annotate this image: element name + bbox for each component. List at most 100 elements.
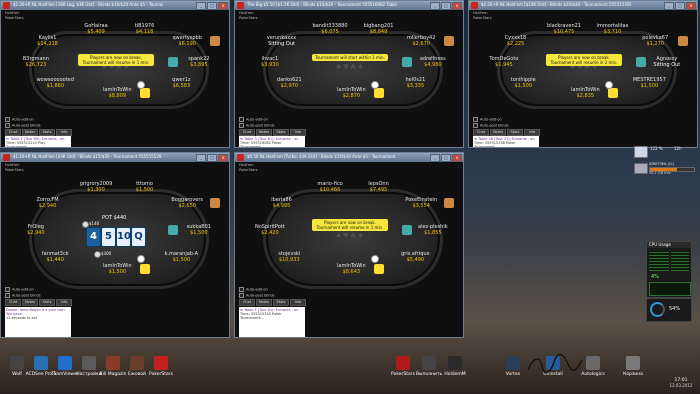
player-seat[interactable]: Agnossy Sitting Out bbox=[646, 56, 688, 68]
hero-seat[interactable]: lamInToWin $1,500 bbox=[96, 263, 138, 275]
player-seat[interactable]: Cyxxx18 $2,225 bbox=[495, 35, 537, 47]
desktop-icon[interactable] bbox=[448, 356, 462, 370]
player-seat[interactable]: spank22 $3,895 bbox=[178, 56, 220, 68]
table-window-1[interactable]: $2.20+R NL Hold'em [180 Lag, $3K Gtd] - … bbox=[0, 0, 230, 148]
player-seat[interactable]: FrOleg $2,940 bbox=[15, 224, 57, 236]
desktop-icon[interactable] bbox=[396, 356, 410, 370]
chat-box[interactable]: In Table 48 (Tour 31): Entrants - on Time… bbox=[473, 136, 539, 147]
player-seat[interactable]: tonihippie $1,500 bbox=[502, 77, 544, 89]
player-seat[interactable]: mario-fico $10,466 bbox=[309, 181, 351, 193]
player-seat[interactable]: verunkaxxx Sitting Out bbox=[261, 35, 303, 47]
maximize-button[interactable]: □ bbox=[441, 2, 451, 10]
control-tab-chat[interactable]: Chat bbox=[473, 129, 489, 136]
minimize-button[interactable]: _ bbox=[430, 154, 440, 162]
player-seat[interactable]: sukkaB01 $1,500 bbox=[178, 224, 220, 236]
checkbox-icon[interactable] bbox=[5, 287, 10, 292]
titlebar[interactable]: $1.10+R NL Hold'em [$3K Gtd] - Blinds $1… bbox=[1, 153, 229, 162]
hero-seat[interactable]: lamInToWin $2,835 bbox=[564, 87, 606, 99]
control-tab-notes[interactable]: Notes bbox=[256, 129, 272, 136]
player-seat[interactable]: hel0s21 $3,335 bbox=[394, 77, 436, 89]
control-tab-stats[interactable]: Stats bbox=[273, 299, 289, 306]
desktop-icon[interactable] bbox=[506, 356, 520, 370]
table-window-5[interactable]: $0.50 NL Hold'em [Turbo, $1K Gtd] - Blin… bbox=[234, 152, 464, 338]
titlebar[interactable]: $0.50 NL Hold'em [Turbo, $1K Gtd] - Blin… bbox=[235, 153, 463, 162]
player-seat[interactable]: tiB1976 $4,118 bbox=[124, 23, 166, 35]
titlebar[interactable]: The Big $5.50 [$1.5K Gtd] - Blinds $10/$… bbox=[235, 1, 463, 10]
minimize-button[interactable]: _ bbox=[664, 2, 674, 10]
player-seat[interactable]: bandit333880 $6,075 bbox=[309, 23, 351, 35]
hero-seat[interactable]: lamInToWin $8,643 bbox=[330, 263, 372, 275]
desktop-icon[interactable] bbox=[422, 356, 436, 370]
control-tab-chat[interactable]: Chat bbox=[239, 299, 255, 306]
option-checkbox[interactable]: Auto-post blinds bbox=[239, 292, 275, 299]
chat-box[interactable]: In Table 1 (Tour 61): Entrants - on Time:… bbox=[239, 307, 305, 337]
minimize-button[interactable]: _ bbox=[196, 2, 206, 10]
close-button[interactable]: × bbox=[452, 2, 462, 10]
player-seat[interactable]: grigrory2009 $1,300 bbox=[75, 181, 117, 193]
option-checkbox[interactable]: Auto-post blinds bbox=[5, 122, 41, 129]
player-seat[interactable]: B3rgmann $26,723 bbox=[15, 56, 57, 68]
player-seat[interactable]: lepsOnn $7,495 bbox=[358, 181, 400, 193]
checkbox-icon[interactable] bbox=[239, 287, 244, 292]
player-seat[interactable]: NoSpiritPott $2,420 bbox=[249, 224, 291, 236]
player-seat[interactable]: k.maranjab-A $1,500 bbox=[160, 251, 202, 263]
desktop-icon[interactable] bbox=[82, 356, 96, 370]
checkbox-icon[interactable] bbox=[5, 292, 10, 298]
chat-box[interactable]: Dealer: lamInToWin: It's your turn. You … bbox=[5, 307, 71, 337]
minimize-button[interactable]: _ bbox=[430, 2, 440, 10]
checkbox-icon[interactable] bbox=[239, 117, 244, 122]
player-seat[interactable]: blackraven21 $10,475 bbox=[543, 23, 585, 35]
titlebar[interactable]: $2.20+R NL Hold'em [180 Lag, $3K Gtd] - … bbox=[1, 1, 229, 10]
control-tab-stats[interactable]: Stats bbox=[507, 129, 523, 136]
desktop-icon[interactable] bbox=[130, 356, 144, 370]
control-tab-chat[interactable]: Chat bbox=[239, 129, 255, 136]
control-tab-info[interactable]: Info bbox=[56, 299, 72, 306]
desktop-icon[interactable] bbox=[10, 356, 24, 370]
player-seat[interactable]: polevka67 $1,270 bbox=[634, 35, 676, 47]
desktop-icon[interactable] bbox=[586, 356, 600, 370]
maximize-button[interactable]: □ bbox=[207, 2, 217, 10]
control-tab-stats[interactable]: Stats bbox=[39, 299, 55, 306]
control-tab-info[interactable]: Info bbox=[524, 129, 540, 136]
player-seat[interactable]: TomDeGoto $1,945 bbox=[483, 56, 525, 68]
player-seat[interactable]: qwertyspbb $6,190 bbox=[166, 35, 208, 47]
player-seat[interactable]: MESTRE1957 $1,500 bbox=[628, 77, 670, 89]
control-tab-info[interactable]: Info bbox=[290, 129, 306, 136]
maximize-button[interactable]: □ bbox=[441, 154, 451, 162]
desktop-icon[interactable] bbox=[34, 356, 48, 370]
minimize-button[interactable]: _ bbox=[196, 154, 206, 162]
checkbox-icon[interactable] bbox=[473, 122, 478, 128]
player-seat[interactable]: stojevski $10,933 bbox=[268, 251, 310, 263]
desktop-icon[interactable] bbox=[106, 356, 120, 370]
option-checkbox[interactable]: Auto-post blinds bbox=[473, 122, 509, 129]
chat-box[interactable]: In Table 3 (Tour 61): Entrants - on Time:… bbox=[239, 136, 305, 147]
hero-seat[interactable]: lamInToWin $2,870 bbox=[330, 87, 372, 99]
control-tab-notes[interactable]: Notes bbox=[22, 129, 38, 136]
control-tab-chat[interactable]: Chat bbox=[5, 129, 21, 136]
table-window-4[interactable]: $1.10+R NL Hold'em [$3K Gtd] - Blinds $1… bbox=[0, 152, 230, 338]
player-seat[interactable]: GoHairaa $5,409 bbox=[75, 23, 117, 35]
player-seat[interactable]: fanmat3ck $1,440 bbox=[34, 251, 76, 263]
player-seat[interactable]: tttomo $1,500 bbox=[124, 181, 166, 193]
checkbox-icon[interactable] bbox=[5, 122, 10, 128]
player-seat[interactable]: wowsoooooted $1,860 bbox=[34, 77, 76, 89]
control-tab-notes[interactable]: Notes bbox=[22, 299, 38, 306]
checkbox-icon[interactable] bbox=[239, 292, 244, 298]
desktop-icon[interactable] bbox=[154, 356, 168, 370]
player-seat[interactable]: bigbang201 $8,849 bbox=[358, 23, 400, 35]
player-seat[interactable]: Boggarovers $2,650 bbox=[166, 197, 208, 209]
close-button[interactable]: × bbox=[218, 154, 228, 162]
table-window-2[interactable]: The Big $5.50 [$1.5K Gtd] - Blinds $10/$… bbox=[234, 0, 464, 148]
table-window-3[interactable]: $2.20+R NL Hold'em [$10K Gtd] - Blinds $… bbox=[468, 0, 698, 148]
chat-box[interactable]: In Table 1 (Tour 69): Entrants - on Time:… bbox=[5, 136, 71, 147]
control-tab-notes[interactable]: Notes bbox=[490, 129, 506, 136]
checkbox-icon[interactable] bbox=[239, 122, 244, 128]
desktop-icon[interactable] bbox=[58, 356, 72, 370]
close-button[interactable]: × bbox=[218, 2, 228, 10]
maximize-button[interactable]: □ bbox=[675, 2, 685, 10]
player-seat[interactable]: danko621 $2,970 bbox=[268, 77, 310, 89]
control-tab-info[interactable]: Info bbox=[290, 299, 306, 306]
maximize-button[interactable]: □ bbox=[207, 154, 217, 162]
player-seat[interactable]: qwer1z $6,583 bbox=[160, 77, 202, 89]
player-seat[interactable]: ihvac1 $3,930 bbox=[249, 56, 291, 68]
